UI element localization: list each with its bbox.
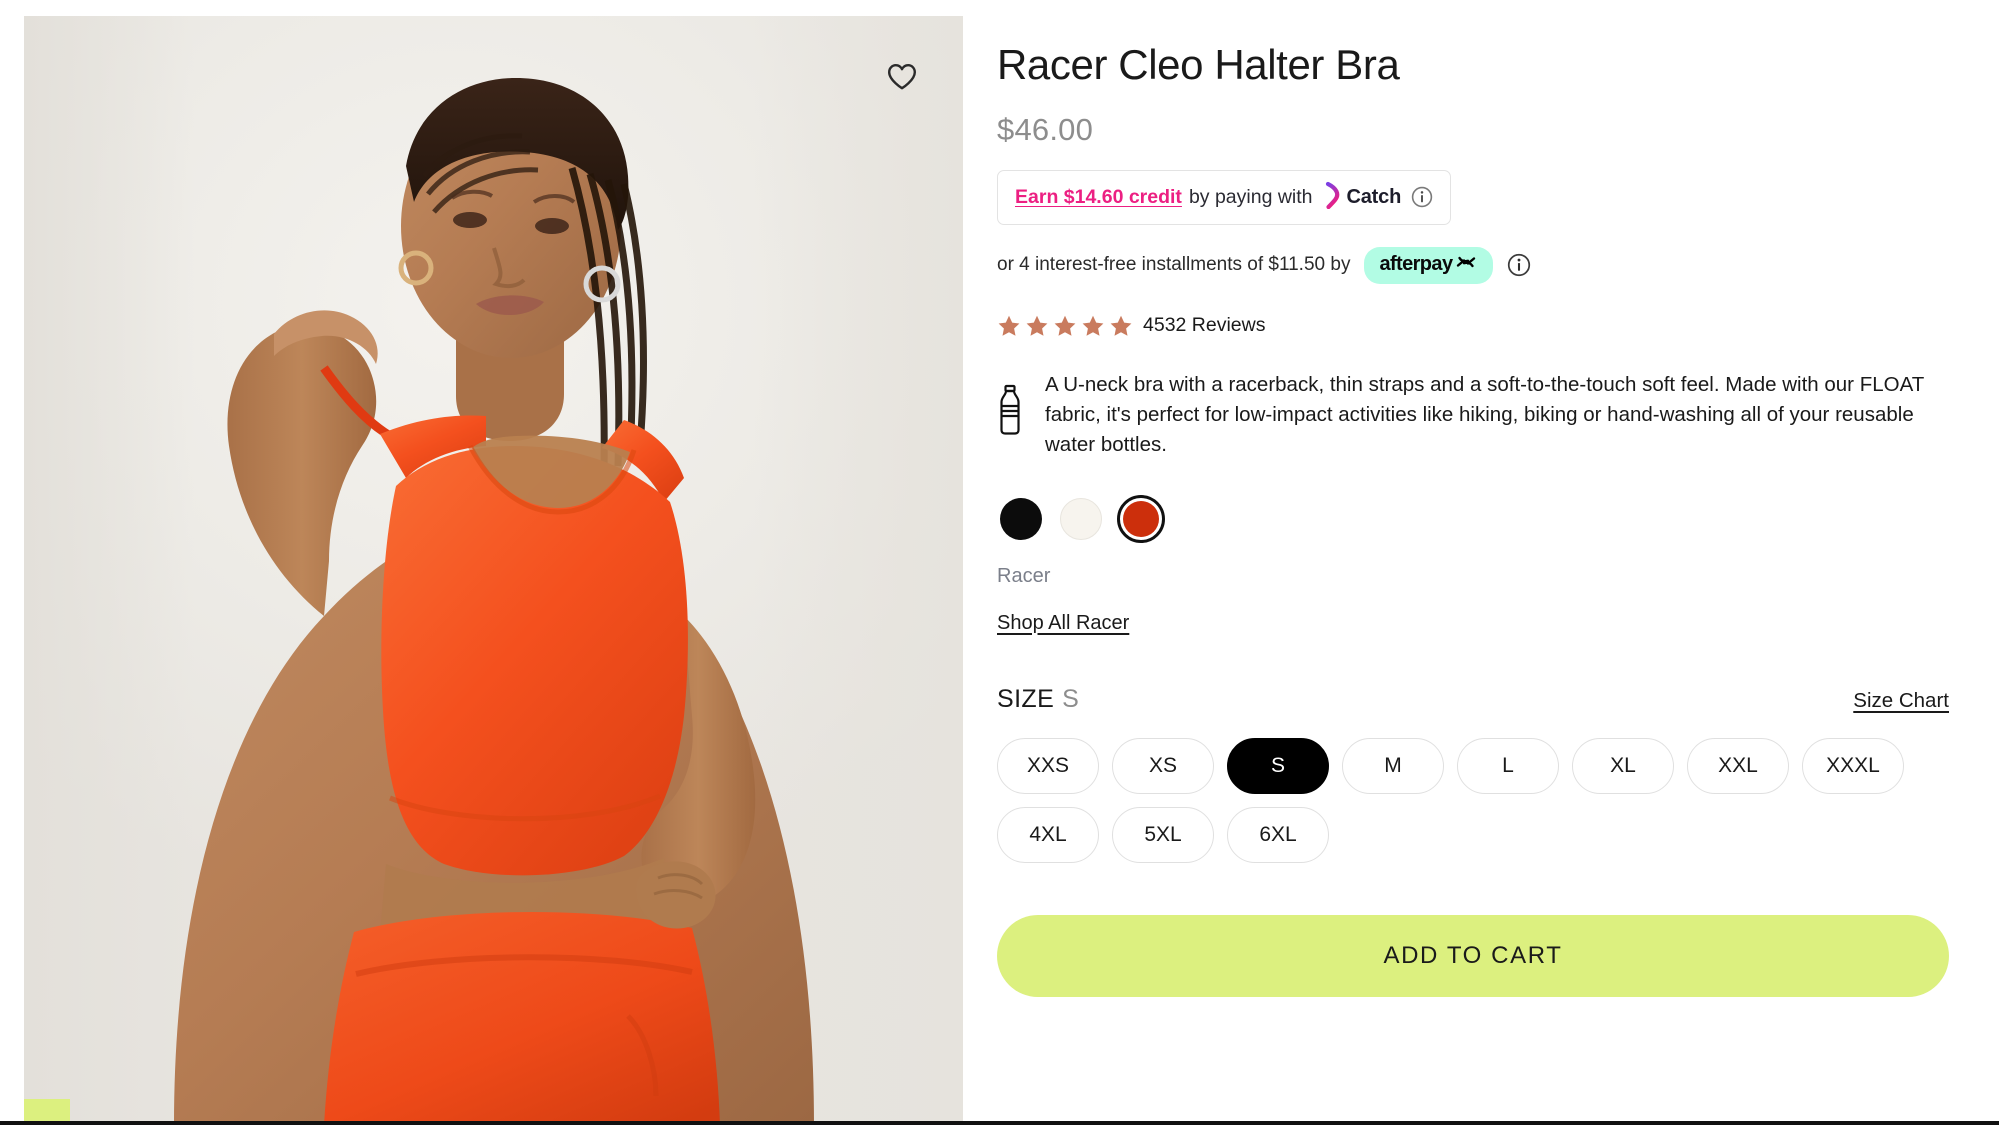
size-option-s[interactable]: S: [1227, 737, 1329, 794]
swatch-dot: [1123, 500, 1159, 537]
size-option-l[interactable]: L: [1457, 737, 1559, 794]
star-rating: [997, 314, 1133, 338]
size-option-5xl[interactable]: 5XL: [1112, 806, 1214, 863]
selected-color-label: Racer: [997, 564, 1051, 587]
star-icon: [1054, 315, 1076, 336]
catch-earn-link[interactable]: Earn $14.60 credit: [1015, 186, 1182, 209]
size-option-xxs[interactable]: XXS: [997, 737, 1099, 794]
afterpay-brand-label: afterpay: [1379, 253, 1453, 276]
heart-icon: [888, 64, 916, 90]
size-option-m[interactable]: M: [1342, 737, 1444, 794]
afterpay-logo-icon: [1454, 252, 1478, 278]
page-title: Racer Cleo Halter Bra: [997, 41, 1400, 88]
catch-middle-text: by paying with: [1188, 185, 1313, 208]
reviews-count-label[interactable]: 4532 Reviews: [1143, 314, 1265, 337]
model-illustration: [174, 78, 814, 1125]
star-icon: [1026, 315, 1048, 336]
swatch-dot: [1000, 497, 1042, 540]
catch-credit-banner[interactable]: Earn $14.60 credit by paying with Catch: [997, 169, 1452, 225]
product-price: $46.00: [997, 111, 1094, 147]
afterpay-prefix-text: or 4 interest-free installments of $11.5…: [997, 254, 1351, 276]
color-swatch-list: [997, 494, 1949, 543]
add-to-cart-button[interactable]: ADD TO CART: [997, 914, 1949, 997]
size-options: XXS XS S M L XL XXL XXXL 4XL 5XL 6XL: [997, 737, 1949, 863]
product-description-row: A U-neck bra with a racerback, thin stra…: [997, 370, 1949, 461]
size-option-6xl[interactable]: 6XL: [1227, 806, 1329, 863]
catch-brand-label: Catch: [1346, 185, 1402, 208]
shop-all-link[interactable]: Shop All Racer: [997, 612, 1129, 635]
product-image[interactable]: [24, 16, 963, 1125]
afterpay-info-icon[interactable]: [1507, 253, 1531, 277]
size-option-xxl[interactable]: XXL: [1687, 737, 1789, 794]
star-icon: [998, 315, 1020, 336]
size-option-xl[interactable]: XL: [1572, 737, 1674, 794]
size-option-xs[interactable]: XS: [1112, 737, 1214, 794]
selected-size-label: S: [1062, 684, 1080, 713]
size-label: SIZE: [997, 684, 1055, 713]
catch-logo-icon: [1323, 181, 1343, 214]
color-swatch-black[interactable]: [997, 495, 1045, 543]
product-detail-page: Racer Cleo Halter Bra $46.00 Earn $14.60…: [0, 0, 1999, 1125]
size-option-xxxl[interactable]: XXXL: [1802, 737, 1904, 794]
water-bottle-icon: [997, 384, 1023, 441]
size-header: SIZE S Size Chart: [997, 685, 1949, 714]
swatch-dot: [1060, 497, 1102, 540]
page-bottom-rule: [0, 1121, 1999, 1125]
size-label-group: SIZE S: [997, 685, 1079, 714]
star-icon: [1082, 315, 1104, 336]
afterpay-badge[interactable]: afterpay: [1364, 246, 1494, 284]
wishlist-button[interactable]: [879, 54, 925, 100]
size-option-4xl[interactable]: 4XL: [997, 806, 1099, 863]
product-details-panel: Racer Cleo Halter Bra $46.00 Earn $14.60…: [963, 0, 1999, 1125]
color-swatch-ivory[interactable]: [1057, 495, 1105, 543]
product-gallery: [0, 0, 963, 1125]
product-description: A U-neck bra with a racerback, thin stra…: [1045, 372, 1924, 457]
afterpay-row: or 4 interest-free installments of $11.5…: [997, 246, 1949, 284]
size-chart-link[interactable]: Size Chart: [1853, 689, 1949, 713]
color-swatch-racer[interactable]: [1117, 494, 1165, 543]
rating-row[interactable]: 4532 Reviews: [997, 314, 1949, 338]
star-icon: [1110, 315, 1132, 336]
catch-info-icon[interactable]: [1411, 186, 1433, 208]
